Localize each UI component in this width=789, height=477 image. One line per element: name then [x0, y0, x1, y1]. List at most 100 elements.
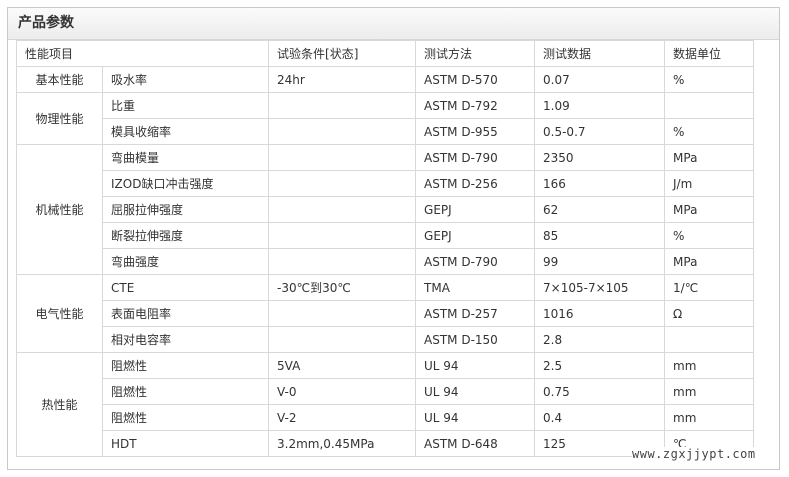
condition-cell: [268, 196, 417, 223]
header-cell-condition: 试验条件[状态]: [268, 40, 417, 67]
condition-cell: [268, 300, 417, 327]
value-cell: 0.4: [534, 404, 666, 431]
item-cell: 弯曲强度: [101, 248, 270, 275]
item-cell: 表面电阻率: [101, 300, 270, 327]
value-cell: 0.5-0.7: [534, 118, 666, 145]
method-cell: ASTM D-570: [415, 66, 536, 93]
method-cell: ASTM D-790: [415, 144, 536, 171]
table-row: 热性能 阻燃性 5VA UL 94 2.5 mm: [16, 352, 755, 457]
unit-cell: 1/℃: [664, 274, 755, 301]
item-cell: 吸水率: [101, 66, 270, 93]
item-cell: 阻燃性: [101, 352, 270, 379]
value-cell: 1.09: [534, 92, 666, 119]
category-cell: 热性能: [16, 352, 103, 457]
condition-cell: 5VA: [268, 352, 417, 379]
condition-cell: -30℃到30℃: [268, 274, 417, 301]
method-cell: TMA: [415, 274, 536, 301]
method-cell: ASTM D-257: [415, 300, 536, 327]
item-cell: 屈服拉伸强度: [101, 196, 270, 223]
condition-cell: 24hr: [268, 66, 417, 93]
item-cell: HDT: [101, 430, 270, 457]
table-row: IZOD缺口冲击强度 ASTM D-256 166 J/m: [17, 170, 755, 197]
method-cell: ASTM D-792: [415, 92, 536, 119]
header-cell-item: 性能项目: [15, 40, 270, 67]
table-row: 机械性能 弯曲模量 ASTM D-790 2350 MPa: [16, 144, 755, 275]
condition-cell: 3.2mm,0.45MPa: [268, 430, 417, 457]
method-cell: ASTM D-790: [415, 248, 536, 275]
condition-cell: [268, 118, 417, 145]
value-cell: 7×105-7×105: [534, 274, 666, 301]
method-cell: ASTM D-648: [415, 430, 536, 457]
panel-title: 产品参数: [8, 8, 779, 40]
unit-cell: J/m: [664, 170, 755, 197]
unit-cell: %: [664, 66, 755, 93]
value-cell: 166: [534, 170, 666, 197]
method-cell: UL 94: [415, 378, 536, 405]
header-cell-data: 测试数据: [534, 40, 666, 67]
item-cell: 比重: [101, 92, 270, 119]
params-table: 性能项目 试验条件[状态] 测试方法 测试数据 数据单位 基本性能 吸水率 24hr…: [15, 40, 755, 457]
method-cell: UL 94: [415, 404, 536, 431]
value-cell: 2350: [534, 144, 666, 171]
method-cell: GEPJ: [415, 222, 536, 249]
unit-cell: [664, 326, 755, 353]
header-row: 性能项目 试验条件[状态] 测试方法 测试数据 数据单位: [15, 40, 755, 67]
item-cell: 相对电容率: [101, 326, 270, 353]
item-cell: 阻燃性: [101, 404, 270, 431]
category-cell: 机械性能: [16, 144, 103, 275]
site-watermark: www.zgxjjypt.com: [632, 447, 756, 461]
item-cell: 弯曲模量: [101, 144, 270, 171]
unit-cell: MPa: [664, 196, 755, 223]
unit-cell: mm: [664, 352, 755, 379]
unit-cell: [664, 92, 755, 119]
condition-cell: [268, 222, 417, 249]
table-row: 表面电阻率 ASTM D-257 1016 Ω: [17, 300, 755, 327]
table-row: 模具收缩率 ASTM D-955 0.5-0.7%: [17, 118, 755, 145]
unit-cell: mm: [664, 378, 755, 405]
category-cell: 电气性能: [16, 274, 103, 353]
value-cell: 1016: [534, 300, 666, 327]
unit-cell: %: [664, 118, 755, 145]
unit-cell: %: [664, 222, 755, 249]
method-cell: ASTM D-955: [415, 118, 536, 145]
table-row: 断裂拉伸强度 GEPJ 85%: [17, 222, 755, 249]
category-cell: 物理性能: [16, 92, 103, 145]
item-cell: 模具收缩率: [101, 118, 270, 145]
value-cell: 99: [534, 248, 666, 275]
condition-cell: [268, 170, 417, 197]
condition-cell: V-0: [268, 378, 417, 405]
method-cell: ASTM D-256: [415, 170, 536, 197]
table-row: 阻燃性 V-0 UL 94 0.75 mm: [17, 378, 755, 405]
value-cell: 85: [534, 222, 666, 249]
method-cell: ASTM D-150: [415, 326, 536, 353]
item-cell: IZOD缺口冲击强度: [101, 170, 270, 197]
item-cell: 阻燃性: [101, 378, 270, 405]
header-cell-unit: 数据单位: [664, 40, 755, 67]
value-cell: 2.5: [534, 352, 666, 379]
condition-cell: [268, 248, 417, 275]
item-cell: 断裂拉伸强度: [101, 222, 270, 249]
table-row: 屈服拉伸强度 GEPJ 62 MPa: [17, 196, 755, 223]
condition-cell: [268, 144, 417, 171]
table-row: 物理性能 比重 ASTM D-792 1.09: [16, 92, 755, 145]
unit-cell: MPa: [664, 248, 755, 275]
value-cell: 0.75: [534, 378, 666, 405]
condition-cell: [268, 326, 417, 353]
value-cell: 0.07: [534, 66, 666, 93]
table-row: 弯曲强度 ASTM D-790 99 MPa: [17, 248, 755, 275]
value-cell: 62: [534, 196, 666, 223]
condition-cell: [268, 92, 417, 119]
header-cell-method: 测试方法: [415, 40, 536, 67]
value-cell: 2.8: [534, 326, 666, 353]
method-cell: GEPJ: [415, 196, 536, 223]
table-row: 相对电容率 ASTM D-150 2.8: [17, 326, 755, 353]
condition-cell: V-2: [268, 404, 417, 431]
table-row: 阻燃性 V-2 UL 94 0.4 mm: [17, 404, 755, 431]
table-row: 基本性能 吸水率 24hr ASTM D-570 0.07%: [16, 66, 755, 93]
unit-cell: mm: [664, 404, 755, 431]
unit-cell: MPa: [664, 144, 755, 171]
unit-cell: Ω: [664, 300, 755, 327]
params-table-body: 基本性能 吸水率 24hr ASTM D-570 0.07% 物理性能 比重 ASTM D-7…: [16, 66, 755, 457]
method-cell: UL 94: [415, 352, 536, 379]
category-cell: 基本性能: [16, 66, 103, 93]
